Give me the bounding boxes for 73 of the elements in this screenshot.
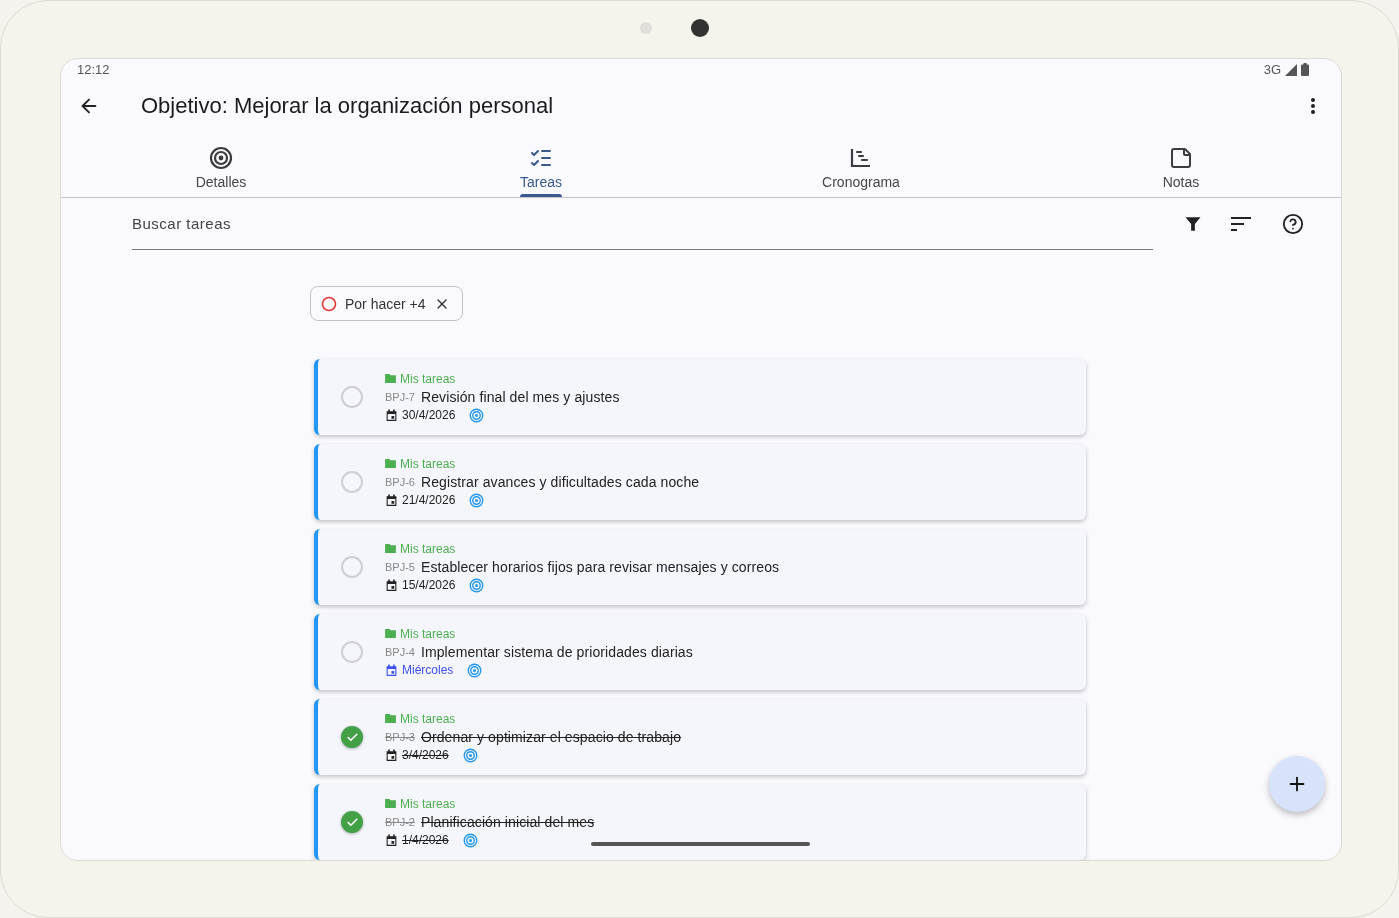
check-icon bbox=[345, 815, 359, 829]
list-name: Mis tareas bbox=[400, 456, 456, 471]
due-date: 3/4/2026 bbox=[402, 748, 449, 762]
due-date: Miércoles bbox=[402, 663, 454, 677]
task-card[interactable]: Mis tareas BPJ-4 Implementar sistema de prioridades diarias Miércoles bbox=[314, 614, 1086, 690]
tab[interactable]: Tareas bbox=[381, 131, 701, 198]
task-title: Planificación inicial del mes bbox=[420, 813, 595, 830]
status-time: 12:12 bbox=[77, 62, 110, 78]
task-code: BPJ-7 bbox=[385, 390, 415, 403]
task-title: Implementar sistema de prioridades diarias bbox=[420, 643, 693, 660]
page-title: Objetivo: Mejorar la organización personal bbox=[141, 93, 555, 120]
tab[interactable]: Detalles bbox=[61, 131, 381, 198]
due-date: 1/4/2026 bbox=[402, 833, 449, 847]
task-card[interactable]: Mis tareas BPJ-7 Revisión final del mes y ajustes 30/4/2026 bbox=[314, 359, 1086, 435]
target-icon bbox=[469, 407, 485, 423]
folder-icon bbox=[385, 544, 396, 553]
search-field[interactable]: Buscar tareas bbox=[132, 198, 1153, 251]
task-code: BPJ-2 bbox=[385, 815, 415, 828]
list-name: Mis tareas bbox=[400, 371, 456, 386]
task-checkbox[interactable] bbox=[341, 471, 363, 493]
list-name: Mis tareas bbox=[400, 711, 456, 726]
task-checkbox[interactable] bbox=[341, 386, 363, 408]
tab[interactable]: Notas bbox=[1021, 131, 1341, 198]
task-code: BPJ-4 bbox=[385, 645, 415, 658]
tab[interactable]: Cronograma bbox=[701, 131, 1021, 198]
battery-icon bbox=[1301, 63, 1309, 77]
list-name: Mis tareas bbox=[400, 541, 456, 556]
calendar-icon bbox=[385, 833, 398, 847]
calendar-icon bbox=[385, 578, 398, 592]
due-date: 21/4/2026 bbox=[402, 493, 456, 507]
task-card[interactable]: Mis tareas BPJ-3 Ordenar y optimizar el espacio de trabajo 3/4/2026 bbox=[314, 699, 1086, 775]
target-icon bbox=[462, 832, 478, 848]
task-title: Ordenar y optimizar el espacio de trabajo bbox=[420, 728, 682, 745]
due-date: 15/4/2026 bbox=[402, 578, 456, 592]
signal-icon bbox=[1285, 63, 1297, 76]
folder-icon bbox=[385, 459, 396, 468]
due-date: 30/4/2026 bbox=[402, 408, 456, 422]
folder-icon bbox=[385, 629, 396, 638]
target-icon bbox=[469, 492, 485, 508]
folder-icon bbox=[385, 374, 396, 383]
calendar-icon bbox=[385, 663, 398, 677]
calendar-icon bbox=[385, 493, 398, 507]
task-checkbox[interactable] bbox=[341, 641, 363, 663]
calendar-icon bbox=[385, 408, 398, 422]
folder-icon bbox=[385, 714, 396, 723]
status-circle-icon bbox=[321, 295, 337, 312]
camera-icon bbox=[691, 19, 709, 37]
task-checkbox[interactable] bbox=[341, 556, 363, 578]
network-label: 3G bbox=[1263, 62, 1281, 78]
task-code: BPJ-6 bbox=[385, 475, 415, 488]
task-code: BPJ-3 bbox=[385, 730, 415, 743]
task-title: Establecer horarios fijos para revisar mensajes y correos bbox=[420, 558, 780, 575]
check-icon bbox=[345, 730, 359, 744]
task-title: Registrar avances y dificultades cada noche bbox=[420, 473, 700, 490]
task-code: BPJ-5 bbox=[385, 560, 415, 573]
note-icon bbox=[1169, 145, 1193, 170]
target-icon bbox=[467, 662, 483, 678]
calendar-icon bbox=[385, 748, 398, 762]
folder-icon bbox=[385, 799, 396, 808]
list-name: Mis tareas bbox=[400, 796, 456, 811]
task-checkbox[interactable] bbox=[341, 726, 363, 748]
target-icon bbox=[469, 577, 485, 593]
task-title: Revisión final del mes y ajustes bbox=[420, 388, 620, 405]
chip-label: Por hacer +4 bbox=[345, 295, 426, 312]
task-checkbox[interactable] bbox=[341, 811, 363, 833]
list-name: Mis tareas bbox=[400, 626, 456, 641]
filter-chip[interactable]: Por hacer +4 bbox=[310, 286, 463, 321]
task-card[interactable]: Mis tareas BPJ-6 Registrar avances y dificultades cada noche 21/4/2026 bbox=[314, 444, 1086, 520]
target-icon bbox=[209, 145, 233, 170]
target-icon bbox=[462, 747, 478, 763]
more-icon bbox=[1311, 98, 1315, 115]
task-card[interactable]: Mis tareas BPJ-5 Establecer horarios fijos para revisar mensajes y correos 15/4/2026 bbox=[314, 529, 1086, 605]
task-card[interactable]: Mis tareas BPJ-2 Planificación inicial del mes 1/4/2026 bbox=[314, 784, 1086, 860]
